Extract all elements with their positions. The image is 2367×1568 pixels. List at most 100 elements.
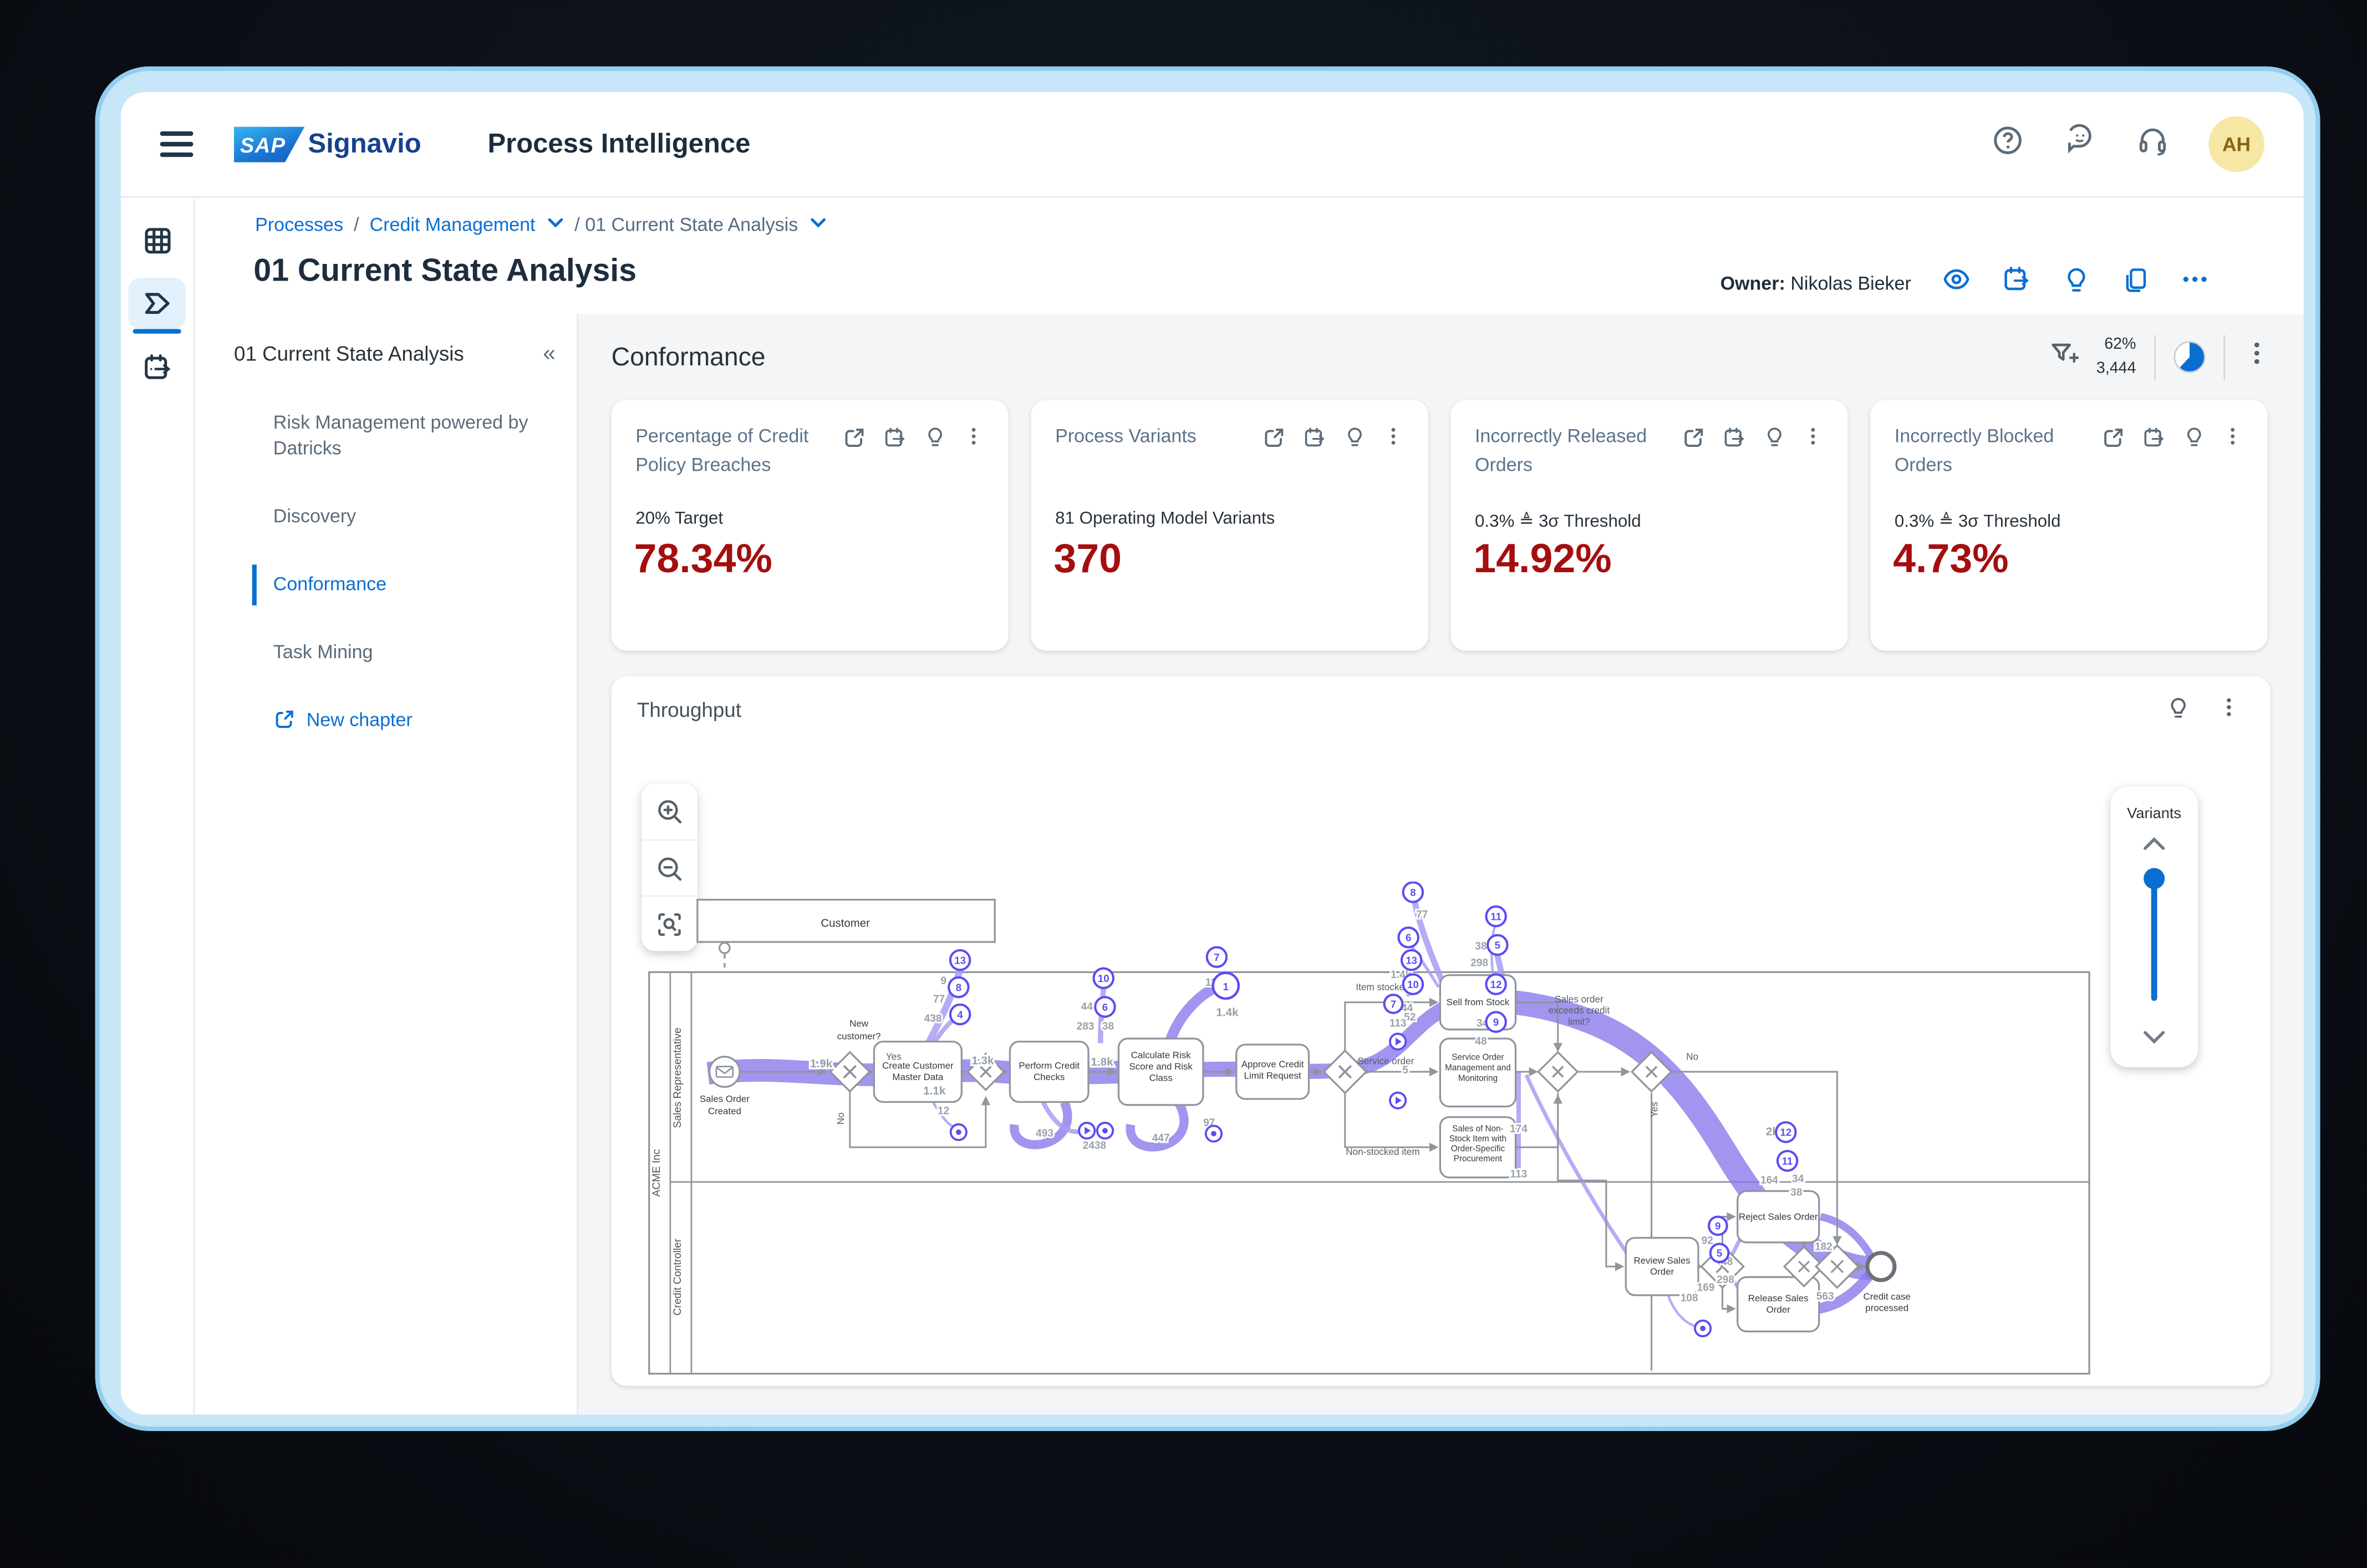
variant-badge[interactable]: 9 xyxy=(1493,1016,1499,1028)
breadcrumb-processes[interactable]: Processes xyxy=(255,215,343,236)
variant-badge[interactable]: 10 xyxy=(1098,973,1109,984)
task-calculate-risk[interactable] xyxy=(1117,1037,1204,1106)
rail-process-intelligence-icon[interactable] xyxy=(128,277,186,334)
calendar-export-icon[interactable] xyxy=(1722,426,1747,457)
edge-count: 77 xyxy=(1416,909,1428,920)
feedback-icon[interactable] xyxy=(2064,124,2097,165)
throughput-title: Throughput xyxy=(637,699,741,722)
variants-panel: Variants xyxy=(2110,786,2198,1067)
pool-acme-label: ACME Inc xyxy=(651,1149,663,1197)
content-area: 01 Current State Analysis « Risk Managem… xyxy=(195,314,2304,1415)
kpi-card-incorrectly-released[interactable]: Incorrectly Released Orders 0.3% ≜ 3σ Th… xyxy=(1450,400,1848,651)
variant-badge[interactable]: 8 xyxy=(956,981,961,993)
export-icon[interactable] xyxy=(2101,426,2126,457)
variant-badge[interactable]: 7 xyxy=(1214,951,1219,963)
add-filter-icon[interactable] xyxy=(2048,338,2079,376)
kpi-title: Percentage of Credit Policy Breaches xyxy=(635,425,809,475)
sap-signavio-logo[interactable]: SAP Signavio xyxy=(234,126,421,162)
calendar-export-icon[interactable] xyxy=(2002,264,2032,302)
calendar-export-icon[interactable] xyxy=(883,426,908,457)
new-chapter-button[interactable]: New chapter xyxy=(273,709,556,731)
kpi-subtitle: 0.3% ≜ 3σ Threshold xyxy=(1474,513,1641,532)
end-event[interactable] xyxy=(1865,1251,1897,1282)
variant-badge[interactable]: 5 xyxy=(1717,1248,1722,1259)
variant-badge[interactable]: 1 xyxy=(1223,981,1229,992)
lightbulb-icon[interactable] xyxy=(924,426,946,456)
new-chapter-label: New chapter xyxy=(306,709,413,731)
lightbulb-icon[interactable] xyxy=(1343,426,1366,456)
lightbulb-icon[interactable] xyxy=(2183,426,2206,456)
task-label: Sell from Stock xyxy=(1447,997,1510,1007)
kebab-menu-icon[interactable] xyxy=(2222,426,2243,455)
edge-count: 174 xyxy=(1510,1123,1528,1135)
task-label: Create Customer Master Data xyxy=(882,1061,954,1082)
zoom-in-icon[interactable] xyxy=(642,783,698,839)
rail-calendar-icon[interactable] xyxy=(128,341,185,393)
chevron-down-icon[interactable] xyxy=(2142,1025,2166,1052)
menu-icon[interactable] xyxy=(160,125,194,163)
variant-badge[interactable]: 13 xyxy=(954,954,966,966)
export-icon[interactable] xyxy=(842,426,867,457)
variant-badge[interactable]: 13 xyxy=(1406,954,1417,966)
start-event[interactable] xyxy=(708,1056,741,1088)
kpi-value: 370 xyxy=(1053,536,1122,582)
nav-item-discovery[interactable]: Discovery xyxy=(273,493,556,540)
chevron-down-icon[interactable] xyxy=(546,216,564,234)
edge-count: 48 xyxy=(1475,1036,1487,1047)
coverage-percent: 62% xyxy=(2104,335,2136,354)
kpi-card-process-variants[interactable]: Process Variants 81 Operating Model Vari… xyxy=(1031,400,1428,651)
rail-grid-icon[interactable] xyxy=(128,215,185,266)
chevron-down-icon[interactable] xyxy=(808,216,827,234)
owner-name: Nikolas Bieker xyxy=(1790,272,1911,294)
variant-badge[interactable]: 10 xyxy=(1407,979,1419,990)
breadcrumb-separator: / xyxy=(354,214,359,236)
kebab-menu-icon[interactable] xyxy=(1383,426,1404,455)
variant-badge[interactable]: 7 xyxy=(1391,998,1396,1010)
top-header: SAP Signavio Process Intelligence AH xyxy=(120,92,2304,198)
kebab-menu-icon[interactable] xyxy=(2243,340,2271,375)
visibility-icon[interactable] xyxy=(1941,264,1971,302)
calendar-export-icon[interactable] xyxy=(2142,426,2166,457)
task-label: Sales of Non-Stock Item with Order-Specif… xyxy=(1449,1124,1506,1164)
variant-badge[interactable]: 12 xyxy=(1490,979,1502,990)
variant-badge[interactable]: 6 xyxy=(1406,932,1411,944)
variants-slider-thumb[interactable] xyxy=(2144,868,2165,889)
avatar[interactable]: AH xyxy=(2208,116,2264,172)
variant-badge[interactable]: 8 xyxy=(1410,887,1416,898)
kebab-menu-icon[interactable] xyxy=(963,426,984,455)
kebab-menu-icon[interactable] xyxy=(1803,426,1824,455)
kpi-card-policy-breaches[interactable]: Percentage of Credit Policy Breaches 20%… xyxy=(611,400,1009,651)
collapse-panel-icon[interactable]: « xyxy=(543,341,556,366)
nav-item-conformance[interactable]: Conformance xyxy=(252,561,556,608)
kebab-menu-icon[interactable] xyxy=(2217,696,2240,727)
chevron-up-icon[interactable] xyxy=(2142,832,2166,859)
lightbulb-icon[interactable] xyxy=(2166,696,2191,727)
help-icon[interactable] xyxy=(1991,124,2024,165)
export-icon[interactable] xyxy=(1262,426,1286,457)
lightbulb-icon[interactable] xyxy=(1763,426,1786,456)
headset-icon[interactable] xyxy=(2136,124,2169,165)
page-title: 01 Current State Analysis xyxy=(253,253,637,289)
nav-item-task-mining[interactable]: Task Mining xyxy=(273,629,556,675)
breadcrumb-credit-management[interactable]: Credit Management xyxy=(370,215,536,236)
variants-slider[interactable] xyxy=(2144,865,2165,1022)
lightbulb-icon[interactable] xyxy=(2062,265,2091,301)
copy-icon[interactable] xyxy=(2121,265,2150,301)
variant-badge[interactable]: 11 xyxy=(1490,910,1501,922)
variant-badge[interactable]: 5 xyxy=(1495,939,1500,951)
process-diagram[interactable]: Customer ACME Inc Sales Representative C… xyxy=(648,881,2094,1383)
more-actions-icon[interactable] xyxy=(2180,264,2210,302)
export-icon[interactable] xyxy=(1682,426,1706,457)
variant-badge[interactable]: 6 xyxy=(1102,1001,1108,1013)
variant-badge[interactable]: 9 xyxy=(1715,1220,1720,1232)
coverage-pie-icon[interactable] xyxy=(2173,341,2206,373)
nav-item-risk-management[interactable]: Risk Management powered by Datricks xyxy=(273,400,530,472)
variant-badge[interactable]: 4 xyxy=(957,1009,963,1020)
conformance-title: Conformance xyxy=(611,342,766,371)
task-service-order[interactable] xyxy=(1439,1037,1517,1108)
screenshot-stage: SAP Signavio Process Intelligence AH Pro… xyxy=(0,0,2367,1568)
variant-badge[interactable]: 12 xyxy=(1780,1127,1792,1138)
calendar-export-icon[interactable] xyxy=(1303,426,1327,457)
variant-badge[interactable]: 11 xyxy=(1782,1155,1793,1167)
kpi-card-incorrectly-blocked[interactable]: Incorrectly Blocked Orders 0.3% ≜ 3σ Thr… xyxy=(1870,400,2268,651)
